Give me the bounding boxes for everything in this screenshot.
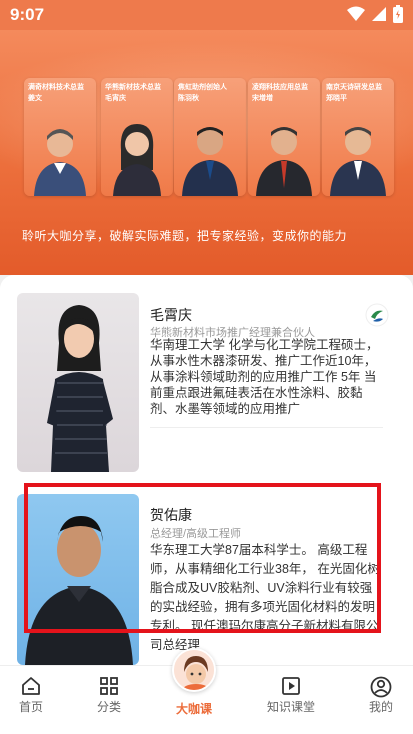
tab-label: 知识课堂 xyxy=(266,700,315,714)
tab-label: 首页 xyxy=(18,700,43,714)
tab-home[interactable]: 首页 xyxy=(0,666,71,734)
expert-name: 毛霄庆 xyxy=(150,307,192,323)
status-time: 9:07 xyxy=(10,5,45,24)
expert-photo xyxy=(17,494,139,665)
status-bar: 9:07 xyxy=(0,0,413,30)
avatar-icon xyxy=(172,648,216,692)
tab-label: 我的 xyxy=(368,700,393,714)
tab-knowledge-class[interactable]: 知识课堂 xyxy=(251,666,331,734)
tab-category[interactable]: 分类 xyxy=(69,666,149,734)
hero-expert-card: 焦虹助剂创始人 陈羽秋 xyxy=(174,78,246,196)
tab-label: 分类 xyxy=(96,700,121,714)
tab-label: 大咖课 xyxy=(175,702,212,716)
play-icon xyxy=(282,677,300,695)
expert-photo-icon xyxy=(47,305,113,472)
expert-photo xyxy=(17,293,139,472)
expert-portrait-icon xyxy=(113,124,161,196)
expert-photo-icon xyxy=(25,516,133,665)
grid-icon xyxy=(100,677,118,695)
divider xyxy=(150,427,383,428)
signal-icon xyxy=(372,7,386,21)
hero-tagline: 聆听大咖分享，破解实际难题，把专家经验，变成你的能力 xyxy=(22,229,348,243)
expert-portrait-icon xyxy=(182,127,238,196)
home-icon xyxy=(22,677,40,695)
expert-list[interactable]: 毛霄庆 华熊新材料市场推广经理兼合伙人 华南理工大学 化学与化工学院工程硕士，从… xyxy=(0,275,413,665)
tab-expert-course[interactable]: 大咖课 xyxy=(154,648,234,734)
hero-expert-card: 满奇材料技术总监 姜文 xyxy=(24,78,96,196)
expert-portrait-icon xyxy=(330,127,386,196)
company-logo-icon xyxy=(365,303,389,327)
expert-bio: 华南理工大学 化学与化工学院工程硕士，从事水性木器漆研发、推广工作近10年，从事… xyxy=(150,338,379,416)
expert-bio: 华东理工大学87届本科学士。 高级工程师，从事精细化工行业38年， 在光固化树脂… xyxy=(150,543,380,652)
hero-expert-card: 凌翔科技应用总监 宋增增 xyxy=(248,78,320,196)
expert-portrait-icon xyxy=(256,127,312,196)
expert-portrait-icon xyxy=(34,129,86,196)
expert-name: 贺佑康 xyxy=(150,507,192,523)
wifi-icon xyxy=(347,6,365,21)
tab-mine[interactable]: 我的 xyxy=(341,666,413,734)
bottom-tab-bar: 首页 分类 大咖课 知识课堂 我的 xyxy=(0,648,413,734)
status-icons xyxy=(347,5,403,23)
person-icon xyxy=(370,676,392,698)
battery-icon xyxy=(393,5,403,23)
expert-title: 总经理/高级工程师 xyxy=(150,528,242,540)
hero-banner[interactable]: 满奇材料技术总监 姜文 华熊新材技术总监 毛宵庆 焦虹助剂创始人 陈羽秋 凌翔科技应用… xyxy=(0,30,413,275)
hero-expert-card: 南京天诗研发总监 郑晓平 xyxy=(322,78,394,196)
hero-expert-card: 华熊新材技术总监 毛宵庆 xyxy=(101,78,173,196)
